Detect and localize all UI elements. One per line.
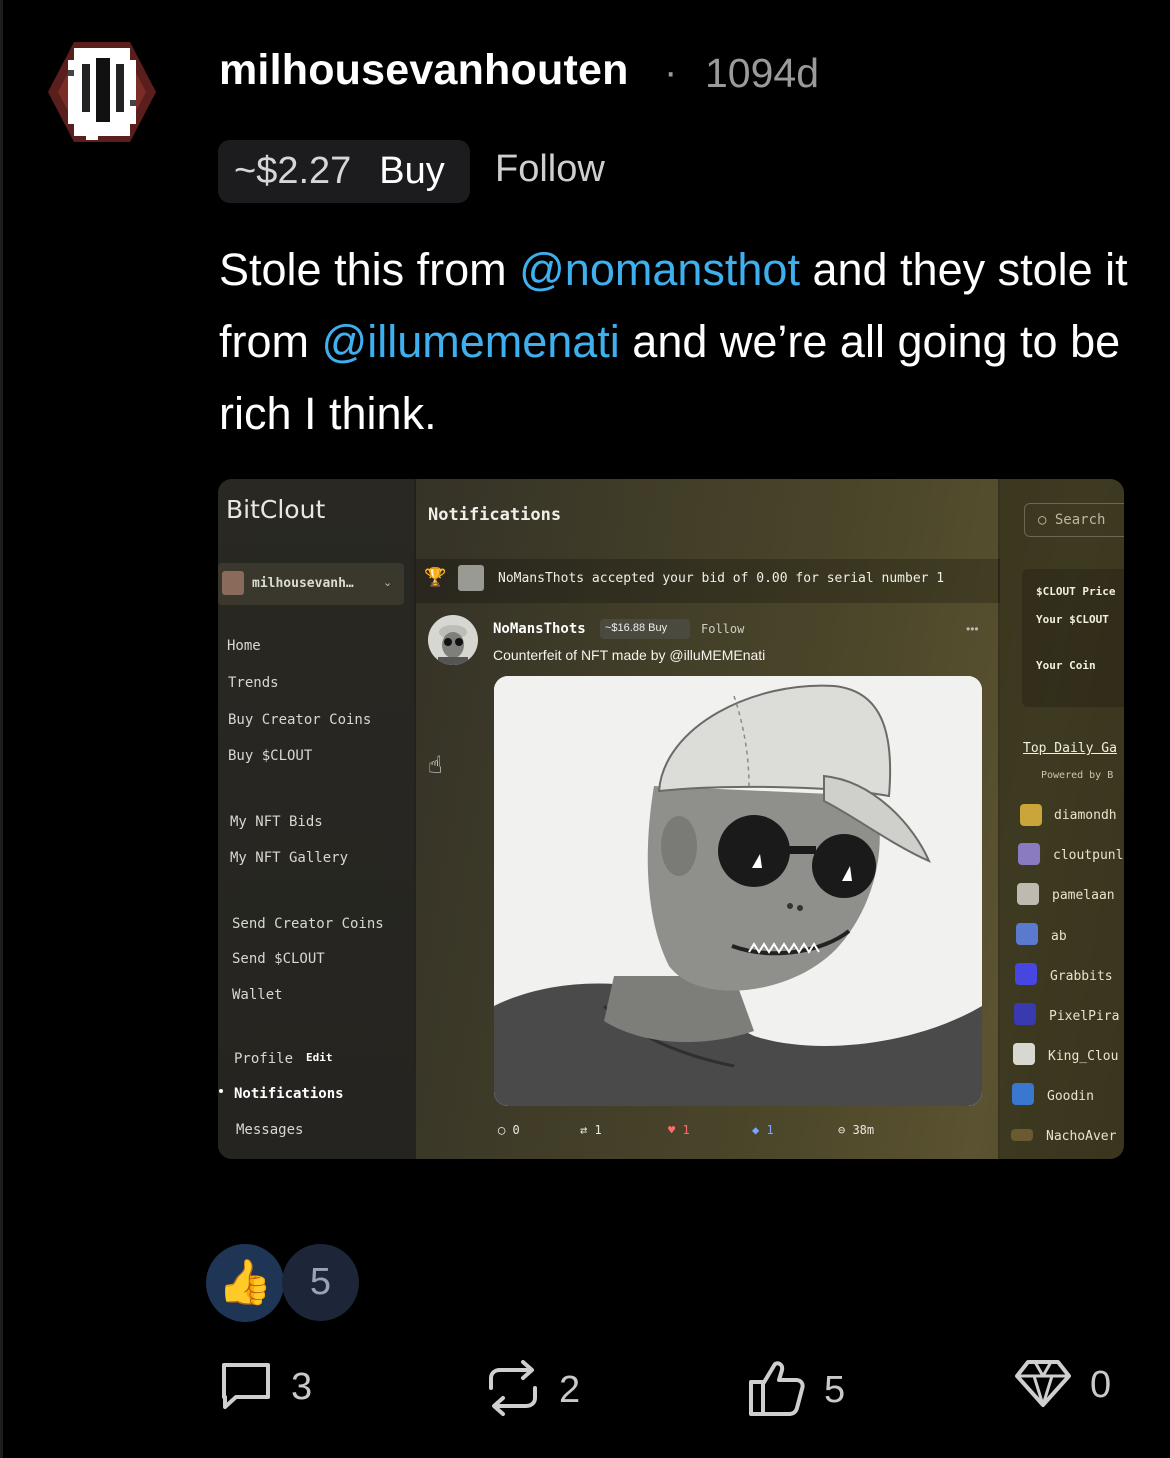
photo-post-name: NoMansThots [493,621,586,637]
photo-item-icon [1013,1043,1035,1065]
photo-page-title: Notifications [428,505,562,525]
photo-nav-item: My NFT Gallery [230,850,349,866]
photo-post-price: ~$16.88 Buy [605,622,668,634]
diamond-count: 0 [1090,1364,1112,1406]
photo-right-item: cloutpunl [1053,848,1124,863]
photo-right-item: NachoAver [1046,1129,1117,1144]
photo-nav-item: Send Creator Coins [232,916,384,932]
comment-count: 3 [291,1366,313,1408]
more-icon: ••• [966,622,979,636]
photo-nav-item: Profile [234,1051,294,1067]
photo-reclout-stat: ⇄ 1 [580,1123,602,1137]
photo-item-icon [1014,1003,1036,1025]
photo-right-item: King_Clou [1048,1049,1119,1064]
photo-right-item: pamelaan [1052,888,1115,903]
photo-nav-item-active: Notifications [234,1086,344,1102]
photo-card-line: $CLOUT Price [1036,585,1116,598]
photo-time-stat: ⊖ 38m [838,1123,875,1137]
photo-post-avatar [428,615,478,665]
diamond-action[interactable]: 0 [1014,1358,1111,1413]
coin-price: ~$2.27 [234,150,352,192]
photo-card-line: Your Coin [1036,659,1096,672]
cursor-hand-icon: ☝ [428,752,443,779]
photo-item-icon [1020,804,1042,826]
photo-search-placeholder: ○ Search [1038,512,1106,528]
photo-item-icon [1017,883,1039,905]
photo-right-powered: Powered by B [1041,770,1114,781]
like-action[interactable]: 5 [748,1358,845,1423]
reaction-count[interactable]: 5 [282,1244,359,1321]
thumbs-up-emoji: 👍 [217,1258,273,1307]
follow-button[interactable]: Follow [495,148,605,191]
photo-nav-item: Trends [228,675,279,691]
mention-link-nomansthot[interactable]: @nomansthot [519,244,800,295]
photo-item-icon [1018,843,1040,865]
photo-active-bullet [219,1089,223,1093]
photo-right-item: Grabbits [1050,969,1113,984]
photo-nav-item: Buy $CLOUT [228,748,313,764]
photo-edit-link: Edit [306,1051,333,1064]
photo-right-item: PixelPira [1049,1009,1120,1024]
photo-nav-item: Wallet [232,987,283,1003]
repost-icon [485,1358,541,1423]
separator-dot: · [664,50,678,94]
chevron-down-icon: ⌄ [383,577,393,589]
like-count: 5 [824,1369,846,1411]
photo-card-line: Your $CLOUT [1036,613,1109,626]
thumbs-up-reaction[interactable]: 👍 [206,1244,284,1322]
photo-right-heading: Top Daily Ga [1023,741,1117,756]
photo-comment-stat: ◯ 0 [498,1123,520,1137]
photo-item-icon [1016,923,1038,945]
repost-count: 2 [559,1369,581,1411]
post-age: 1094d [705,50,820,96]
photo-right-item: diamondh [1054,808,1117,823]
photo-item-icon [1011,1129,1033,1141]
photo-brand: BitClout [226,495,326,524]
left-border [0,0,3,1458]
photo-post-follow: Follow [701,622,745,636]
photo-user-avatar [222,571,244,595]
photo-right-item: Goodin [1047,1089,1094,1104]
photo-right-item: ab [1051,929,1067,944]
photo-notif-thumb [458,565,484,591]
photo-item-icon [1012,1083,1034,1105]
mention-link-illumemenati[interactable]: @illumemenati [322,316,620,367]
creator-coin-pill[interactable]: ~$2.27 Buy [218,140,470,203]
photo-diamond-stat: ◆ 1 [752,1123,774,1137]
comment-action[interactable]: 3 [219,1358,312,1417]
diamond-icon [1014,1358,1072,1413]
photo-nav-item: My NFT Bids [230,814,323,830]
nft-artwork [494,676,982,1106]
photo-nav-item: Send $CLOUT [232,951,325,967]
photo-item-icon [1015,963,1037,985]
post-text-part: Stole this from [219,244,520,295]
buy-button[interactable]: Buy [379,150,444,193]
post-image[interactable]: BitClout milhousevanh… ⌄ Home Trends Buy… [218,479,1124,1159]
photo-nav-item: Messages [236,1122,304,1138]
photo-nav-item: Home [227,638,261,654]
user-avatar[interactable] [46,40,158,144]
photo-notification-text: NoMansThots accepted your bid of 0.00 fo… [498,571,945,586]
trophy-icon: 🏆 [424,567,447,587]
photo-like-stat: ♥ 1 [668,1123,690,1137]
photo-nav-item: Buy Creator Coins [228,712,372,728]
thumbs-up-icon [748,1358,806,1423]
repost-action[interactable]: 2 [485,1358,580,1423]
comment-icon [219,1358,273,1417]
username[interactable]: milhousevanhouten [219,46,629,95]
photo-post-caption: Counterfeit of NFT made by @illuMEMEnati [493,647,766,663]
photo-username: milhousevanh… [252,576,354,591]
post-body: Stole this from @nomansthot and they sto… [219,234,1149,450]
